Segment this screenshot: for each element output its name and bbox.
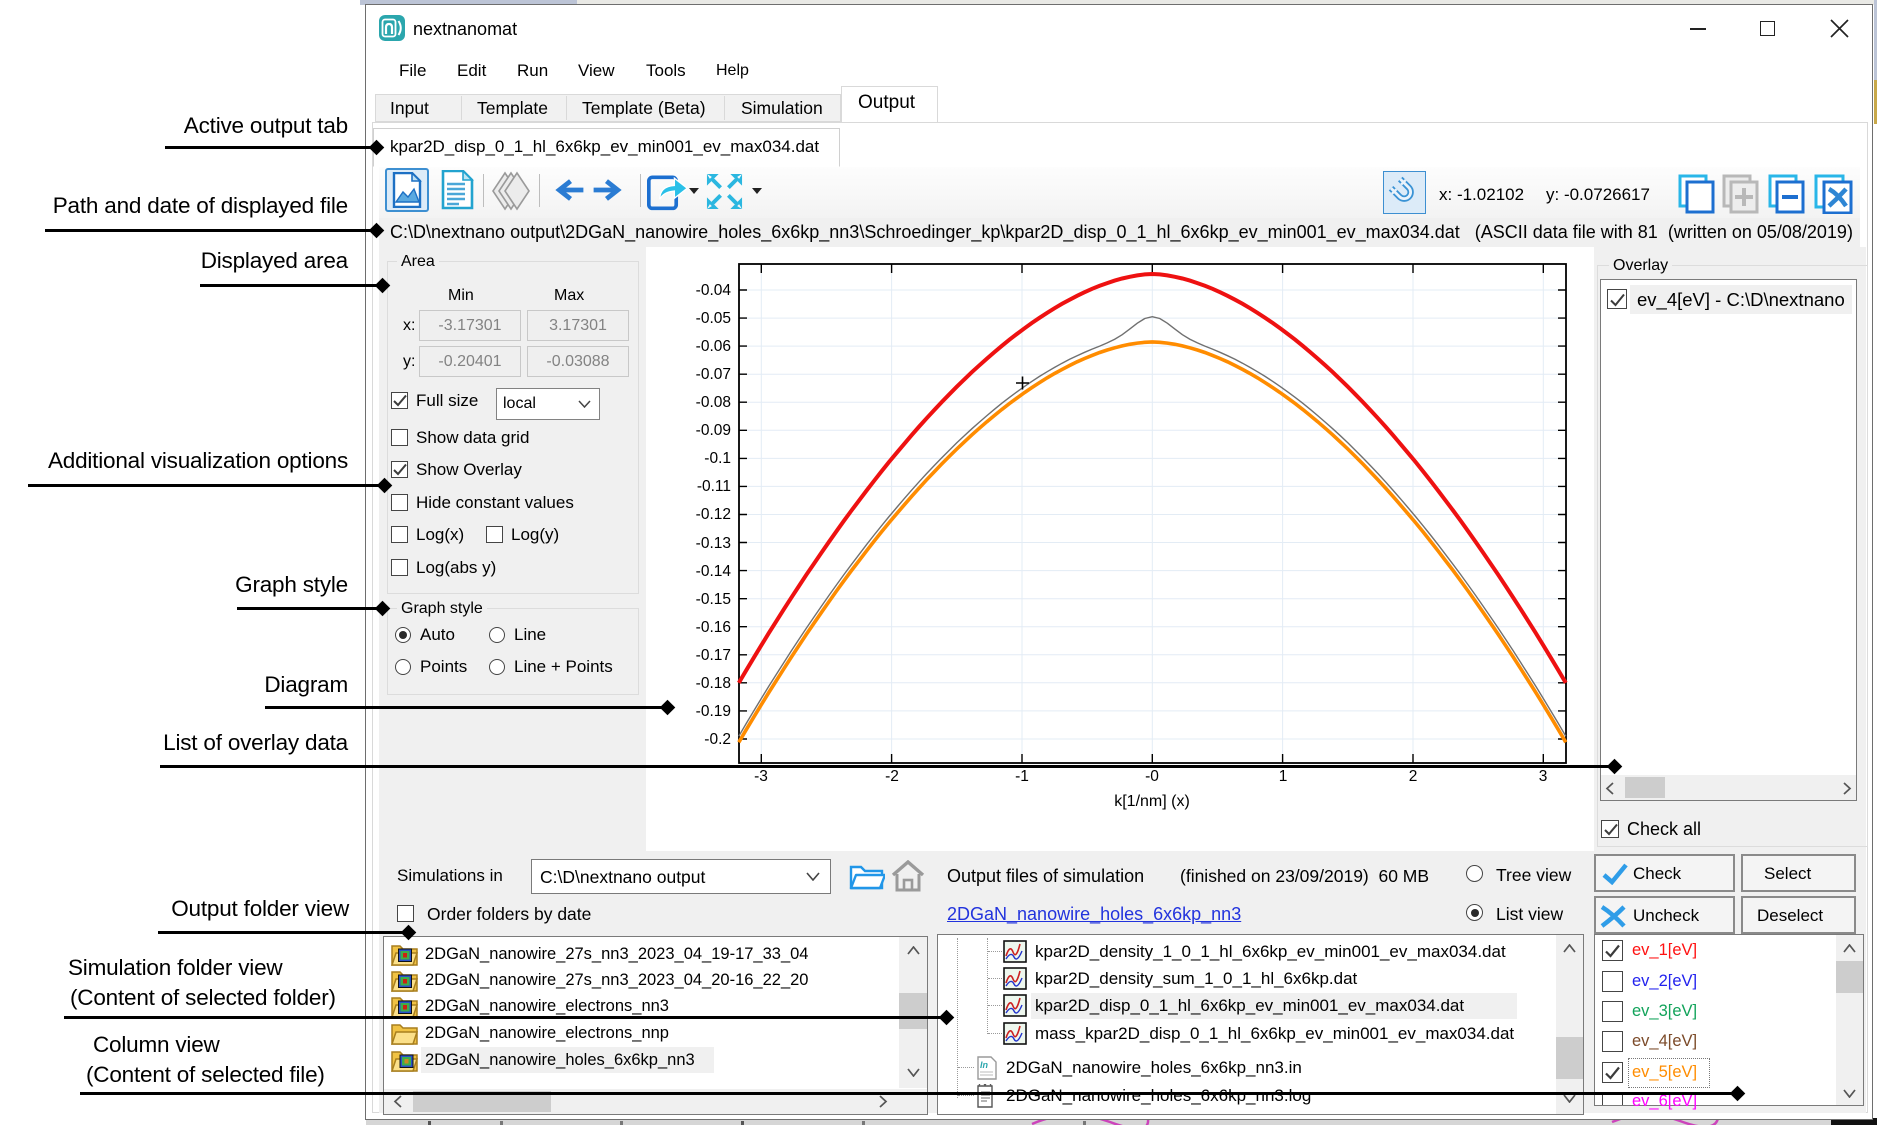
svg-text:-0.16: -0.16 [696, 619, 731, 636]
svg-text:-0.07: -0.07 [696, 366, 731, 383]
svg-text:-0.08: -0.08 [696, 394, 731, 411]
svg-text:-1: -1 [1015, 768, 1029, 785]
svg-text:-0.19: -0.19 [696, 703, 731, 720]
svg-text:-0.15: -0.15 [696, 591, 731, 608]
svg-text:2: 2 [1409, 768, 1418, 785]
svg-text:-0.18: -0.18 [696, 675, 731, 692]
svg-text:-0.1: -0.1 [704, 450, 731, 467]
svg-text:-0.04: -0.04 [696, 282, 732, 299]
svg-text:-0.06: -0.06 [696, 338, 731, 355]
svg-text:1: 1 [1279, 768, 1288, 785]
svg-text:-0: -0 [1145, 768, 1159, 785]
svg-text:-0.12: -0.12 [696, 506, 731, 523]
svg-text:In: In [980, 1060, 989, 1070]
svg-text:-3: -3 [754, 768, 768, 785]
svg-text:-0.17: -0.17 [696, 647, 731, 664]
svg-text:-0.05: -0.05 [696, 310, 731, 327]
svg-text:3: 3 [1539, 768, 1548, 785]
svg-text:-0.14: -0.14 [696, 563, 732, 580]
svg-text:-0.11: -0.11 [697, 478, 731, 495]
svg-text:-2: -2 [885, 768, 899, 785]
svg-text:-0.09: -0.09 [696, 422, 731, 439]
svg-text:-0.2: -0.2 [704, 731, 731, 748]
svg-text:k[1/nm] (x): k[1/nm] (x) [1114, 793, 1190, 810]
svg-text:-0.13: -0.13 [696, 535, 731, 552]
